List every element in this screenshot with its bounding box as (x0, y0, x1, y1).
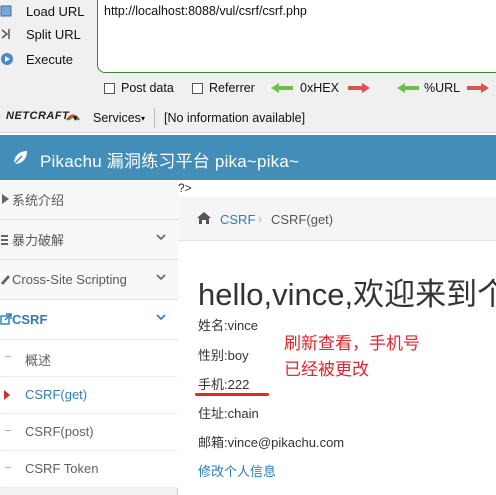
phone-underline-mark (195, 393, 269, 396)
netcraft-toolbar: NETCRAFT ▾ Services ▾ [No information av… (0, 103, 496, 133)
submenu-item-csrf-get[interactable]: CSRF(get) (0, 377, 178, 414)
split-url-icon (0, 27, 14, 41)
red-arrow-icon (347, 83, 370, 93)
submenu-label: CSRF(post) (25, 424, 94, 439)
main-content: ?> CSRF › CSRF(get) hello,vince,欢迎来到个 姓名… (178, 180, 496, 495)
app-title[interactable]: Pikachu 漏洞练习平台 pika~pika~ (40, 147, 299, 172)
sidebar-item-label: Cross-Site Scripting (12, 272, 127, 287)
breadcrumb: CSRF › CSRF(get) (178, 197, 496, 241)
chevron-down-icon (156, 274, 166, 281)
execute-button[interactable]: Execute (0, 48, 73, 70)
sidebar-item-csrf[interactable]: CSRF (0, 300, 178, 340)
home-icon[interactable] (196, 211, 212, 225)
execute-label: Execute (26, 51, 73, 67)
sidebar-item-label: 暴力破解 (12, 233, 65, 248)
services-menu[interactable]: Services (93, 111, 141, 125)
bullet-icon (5, 467, 11, 468)
breadcrumb-separator-icon: › (258, 212, 262, 226)
profile-name: 姓名:vince (198, 318, 258, 333)
post-data-box[interactable] (104, 82, 115, 94)
sidebar-item-bruteforce[interactable]: 暴力破解 (0, 220, 178, 260)
url-input[interactable]: http://localhost:8088/vul/csrf/csrf.php (97, 0, 496, 73)
site-info-text: [No information available] (164, 111, 306, 125)
sidebar-item-intro[interactable]: 系统介绍 (0, 180, 178, 220)
stray-php-text: ?> (178, 181, 192, 195)
load-url-icon (0, 4, 14, 18)
split-url-button[interactable]: Split URL (0, 23, 81, 45)
profile-phone: 手机:222 (198, 377, 250, 392)
sidebar: 系统介绍 暴力破解 Cross-Site Scripting CSRF 概述 C… (0, 180, 178, 495)
toolbar-divider (154, 108, 155, 128)
green-arrow-icon (271, 83, 293, 93)
chevron-down-icon (156, 234, 166, 241)
hex-encode-button[interactable]: 0xHEX (270, 81, 371, 95)
pencil-icon (0, 273, 12, 287)
referrer-checkbox[interactable]: Referrer (192, 81, 255, 95)
split-url-label: Split URL (26, 26, 81, 42)
chevron-up-icon (156, 314, 166, 321)
breadcrumb-csrf-link[interactable]: CSRF (220, 212, 255, 227)
load-url-button[interactable]: Load URL (0, 0, 85, 22)
bullet-icon (5, 430, 11, 431)
annotation-line-2: 已经被更改 (284, 360, 369, 379)
list-icon (0, 233, 12, 247)
execute-icon (0, 52, 14, 66)
breadcrumb-current: CSRF(get) (271, 212, 334, 227)
desktop-icon (0, 193, 12, 207)
sidebar-item-xss[interactable]: Cross-Site Scripting (0, 260, 178, 300)
bullet-icon (5, 356, 11, 357)
submenu-label: 概述 (25, 353, 52, 368)
hackbar-panel: Load URL Split URL Execute http://localh… (0, 0, 496, 103)
post-data-checkbox[interactable]: Post data (104, 81, 174, 95)
submenu-label: CSRF Token (25, 461, 99, 476)
url-encode-label: %URL (424, 81, 461, 95)
green-arrow-icon (397, 83, 419, 93)
post-data-label: Post data (121, 81, 174, 95)
external-link-icon (0, 313, 12, 327)
load-url-label: Load URL (26, 3, 85, 19)
submenu-item-csrf-token[interactable]: CSRF Token (0, 451, 178, 488)
app-header: Pikachu 漏洞练习平台 pika~pika~ (0, 135, 496, 180)
red-arrow-icon (467, 83, 490, 93)
caret-right-icon (4, 390, 10, 400)
netcraft-dropdown-icon[interactable]: ▾ (73, 113, 78, 124)
services-dropdown-icon[interactable]: ▾ (141, 114, 145, 123)
sidebar-item-label: CSRF (12, 312, 48, 327)
referrer-box[interactable] (192, 82, 203, 94)
leaf-logo-icon (13, 151, 27, 165)
sidebar-item-label: 系统介绍 (12, 193, 65, 208)
netcraft-logo[interactable]: NETCRAFT (6, 110, 69, 122)
url-encode-button[interactable]: %URL (396, 81, 490, 95)
welcome-heading: hello,vince,欢迎来到个 (198, 277, 496, 312)
edit-profile-link[interactable]: 修改个人信息 (198, 461, 276, 480)
submenu-item-overview[interactable]: 概述 (0, 340, 178, 377)
hex-label: 0xHEX (300, 81, 339, 95)
annotation-line-1: 刷新查看，手机号 (284, 334, 420, 353)
profile-address: 住址:chain (198, 406, 259, 421)
submenu-label: CSRF(get) (25, 387, 88, 402)
referrer-label: Referrer (209, 81, 255, 95)
profile-email: 邮箱:vince@pikachu.com (198, 435, 345, 450)
profile-gender: 性别:boy (198, 348, 249, 363)
submenu-item-csrf-post[interactable]: CSRF(post) (0, 414, 178, 451)
